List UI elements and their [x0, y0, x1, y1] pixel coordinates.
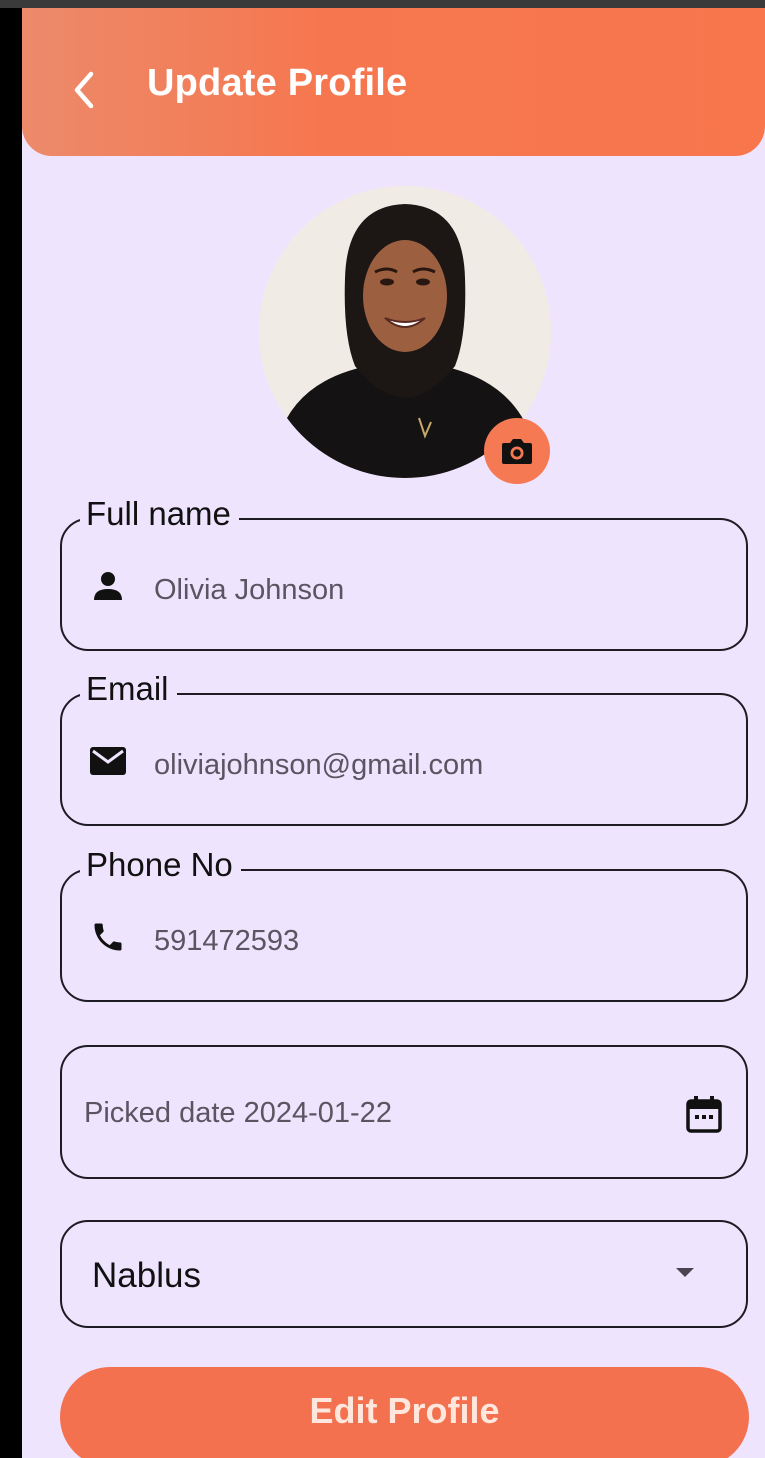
camera-icon [502, 439, 532, 464]
edit-profile-button[interactable]: Edit Profile [60, 1367, 749, 1458]
screen: Update Profile Full name Olivia Johnson … [22, 8, 765, 1458]
full-name-input[interactable]: Olivia Johnson [154, 574, 344, 607]
email-input[interactable]: oliviajohnson@gmail.com [154, 749, 483, 782]
phone-field[interactable]: Phone No 591472593 [60, 839, 748, 1002]
email-field[interactable]: Email oliviajohnson@gmail.com [60, 663, 748, 826]
date-picker-field[interactable]: Picked date 2024-01-22 [60, 1045, 748, 1179]
app-bar: Update Profile [22, 8, 765, 156]
person-icon [88, 566, 128, 606]
calendar-icon[interactable] [682, 1093, 726, 1137]
dropdown-arrow-icon [676, 1268, 694, 1277]
page-title: Update Profile [147, 62, 408, 104]
back-button[interactable] [62, 63, 106, 117]
mail-icon [88, 741, 128, 781]
phone-icon [88, 917, 128, 957]
phone-label: Phone No [80, 839, 241, 891]
full-name-label: Full name [80, 488, 239, 540]
city-selected-value: Nablus [92, 1256, 201, 1295]
city-dropdown[interactable]: Nablus [60, 1220, 748, 1328]
profile-photo-section [259, 186, 551, 484]
change-photo-button[interactable] [484, 418, 550, 484]
status-strip [0, 0, 765, 8]
picked-date-text: Picked date 2024-01-22 [84, 1097, 392, 1129]
edit-profile-label: Edit Profile [309, 1390, 500, 1431]
chevron-left-icon [74, 71, 94, 109]
full-name-field[interactable]: Full name Olivia Johnson [60, 488, 748, 651]
phone-input[interactable]: 591472593 [154, 925, 299, 958]
email-label: Email [80, 663, 177, 715]
